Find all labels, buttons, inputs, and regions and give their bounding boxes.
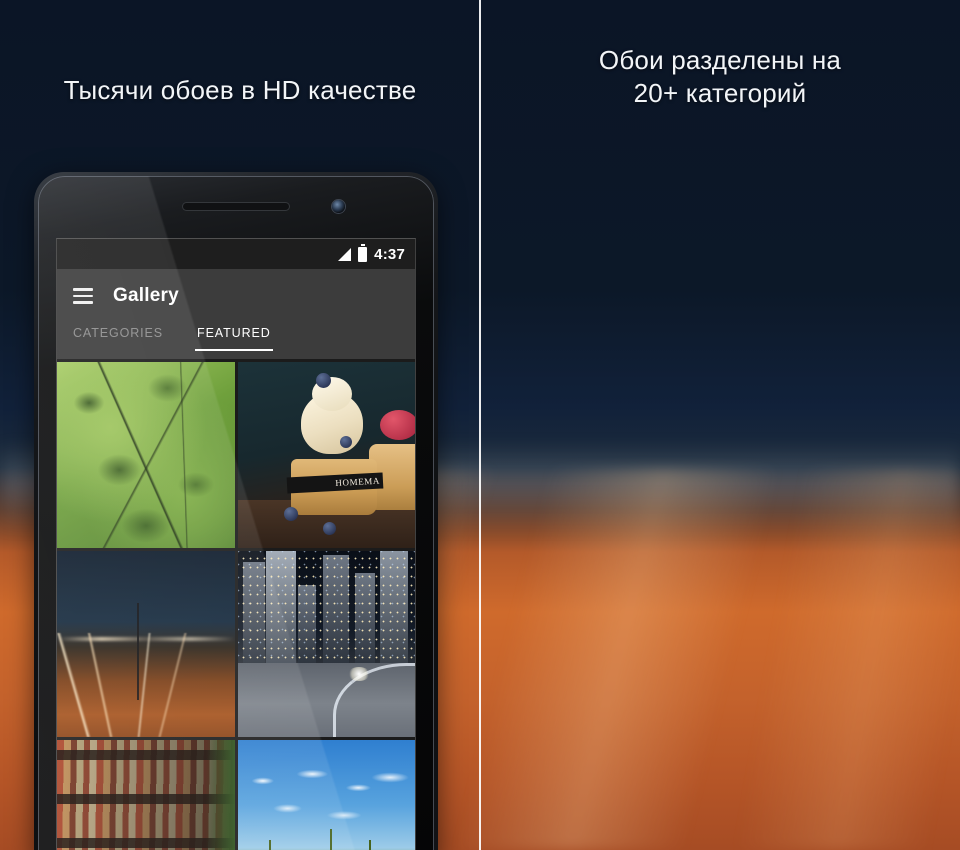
app-title: Gallery <box>113 285 179 306</box>
right-caption-line2: 20+ категорий <box>633 78 807 109</box>
tab-categories[interactable]: CATEGORIES <box>73 323 163 340</box>
signal-triangle-icon <box>338 247 352 261</box>
phone-left: 4:37 Gallery CATEGORIES FEATURED HOMEMA <box>34 172 438 850</box>
wheat-stalk <box>329 829 332 850</box>
status-bar-left: 4:37 <box>57 239 415 269</box>
featured-grid: HOMEMA <box>57 359 415 850</box>
highway-horizon-lights <box>57 636 235 641</box>
grid-tile-highway[interactable] <box>57 551 235 737</box>
grid-tile-dessert[interactable]: HOMEMA <box>237 362 415 548</box>
tab-bar-left: CATEGORIES FEATURED <box>57 323 415 359</box>
wheat-stalk <box>269 840 272 850</box>
panel-left: Тысячи обоев в HD качестве 4:37 Gallery … <box>0 0 480 850</box>
blueberry-icon <box>322 521 336 535</box>
grid-tile-books[interactable] <box>57 740 235 850</box>
blueberry-icon <box>283 507 298 522</box>
dessert-raspberry-icon <box>379 410 415 441</box>
right-caption-line1: Обои разделены на <box>598 45 842 75</box>
panel-right: Обои разделены на 20+ категорий 4:37 <box>480 0 960 850</box>
dessert-ribbon-text: HOMEMA <box>335 476 381 489</box>
promo-screenshot: Тысячи обоев в HD качестве 4:37 Gallery … <box>0 0 960 850</box>
books-green-edge <box>206 740 235 850</box>
wheat-stalk <box>368 840 371 850</box>
vehicle-headlight <box>347 667 370 682</box>
sky-clouds <box>237 762 415 848</box>
phone-left-viewport: 4:37 Gallery CATEGORIES FEATURED HOMEMA <box>56 238 416 850</box>
phone-left-body: 4:37 Gallery CATEGORIES FEATURED HOMEMA <box>38 176 434 850</box>
grid-tile-wheat-field[interactable] <box>237 740 415 850</box>
left-caption: Тысячи обоев в HD качестве <box>63 75 417 105</box>
app-bar-left: Gallery <box>57 269 415 323</box>
panel-divider <box>479 0 481 850</box>
grid-tile-city[interactable] <box>237 551 415 737</box>
earpiece-speaker-icon <box>182 202 290 211</box>
status-clock: 4:37 <box>374 245 405 263</box>
highway-light-pole <box>136 603 139 700</box>
grid-tile-foliage[interactable] <box>57 362 235 548</box>
tab-featured[interactable]: FEATURED <box>195 323 273 351</box>
right-caption: Обои разделены на 20+ категорий <box>480 44 960 111</box>
battery-icon <box>358 243 368 262</box>
hamburger-menu-icon[interactable] <box>73 288 93 304</box>
front-camera-icon <box>332 200 345 213</box>
building-windows <box>237 551 415 667</box>
blueberry-icon <box>315 373 331 389</box>
